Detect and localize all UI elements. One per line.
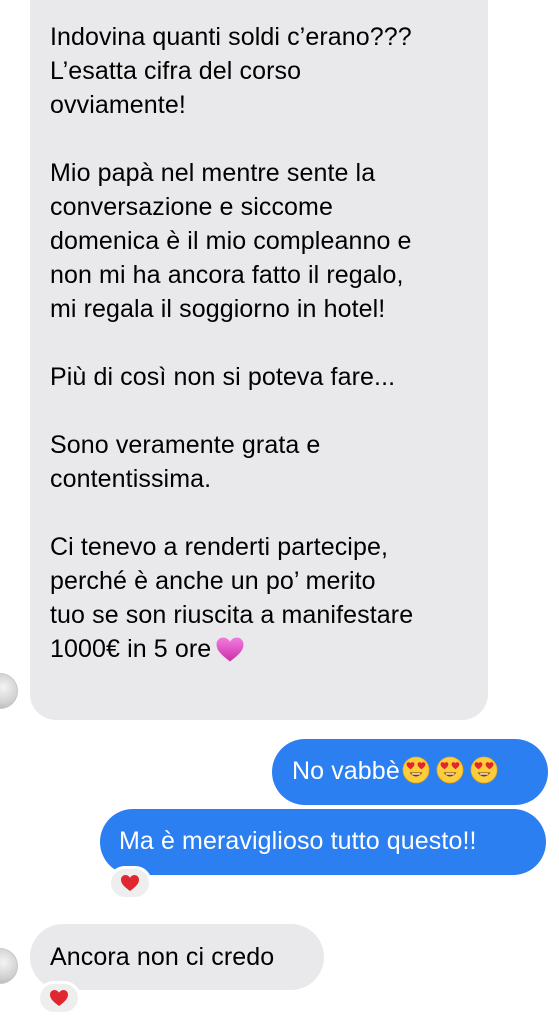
outgoing-message-bubble[interactable]: No vabbè — [272, 739, 548, 805]
message-line: mi regala il soggiorno in hotel! — [50, 295, 386, 323]
contact-avatar[interactable] — [0, 673, 18, 709]
message-line: Mio papà nel mentre sente la — [50, 159, 376, 187]
message-line: Più di così non si poteva fare... — [50, 363, 396, 391]
outgoing-message-text: Ma è meraviglioso tutto questo!! — [119, 827, 477, 855]
message-line: Sono veramente grata e — [50, 431, 321, 459]
message-line: non mi ha ancora fatto il regalo, — [50, 261, 404, 289]
message-line: ovviamente! — [50, 91, 186, 119]
heart-reaction[interactable] — [37, 981, 81, 1015]
chat-screen: Indovina quanti soldi c’erano??? L’esatta… — [0, 0, 559, 1024]
message-line: Indovina quanti soldi c’erano??? — [50, 23, 412, 51]
incoming-message-bubble[interactable]: Ancora non ci credo — [30, 924, 324, 990]
incoming-message-text: Indovina quanti soldi c’erano??? L’esatta… — [50, 20, 488, 672]
incoming-message-text: Ancora non ci credo — [50, 943, 275, 971]
heart-eyes-emoji-icon — [436, 756, 464, 785]
message-line: tuo se son riuscita a manifestare — [50, 601, 414, 629]
incoming-message-bubble[interactable]: Indovina quanti soldi c’erano??? L’esatta… — [30, 0, 488, 720]
contact-avatar[interactable] — [0, 948, 18, 984]
message-line: domenica è il mio compleanno e — [50, 227, 412, 255]
message-line: perché è anche un po’ merito — [50, 567, 376, 595]
red-heart-icon — [49, 989, 69, 1007]
message-line: L’esatta cifra del corso — [50, 57, 302, 85]
heart-eyes-emoji-icon — [470, 756, 498, 785]
message-line: 1000€ in 5 ore — [50, 632, 488, 672]
purple-heart-icon — [215, 636, 245, 672]
message-line: Ci tenevo a renderti partecipe, — [50, 533, 389, 561]
heart-eyes-emoji-icon — [402, 756, 430, 785]
heart-eyes-emoji-group — [400, 756, 498, 785]
red-heart-icon — [120, 874, 140, 892]
outgoing-message-text: No vabbè — [292, 757, 400, 785]
message-line: conversazione e siccome — [50, 193, 333, 221]
heart-reaction[interactable] — [108, 866, 152, 900]
message-line: contentissima. — [50, 465, 212, 493]
outgoing-message-bubble[interactable]: Ma è meraviglioso tutto questo!! — [100, 809, 546, 875]
